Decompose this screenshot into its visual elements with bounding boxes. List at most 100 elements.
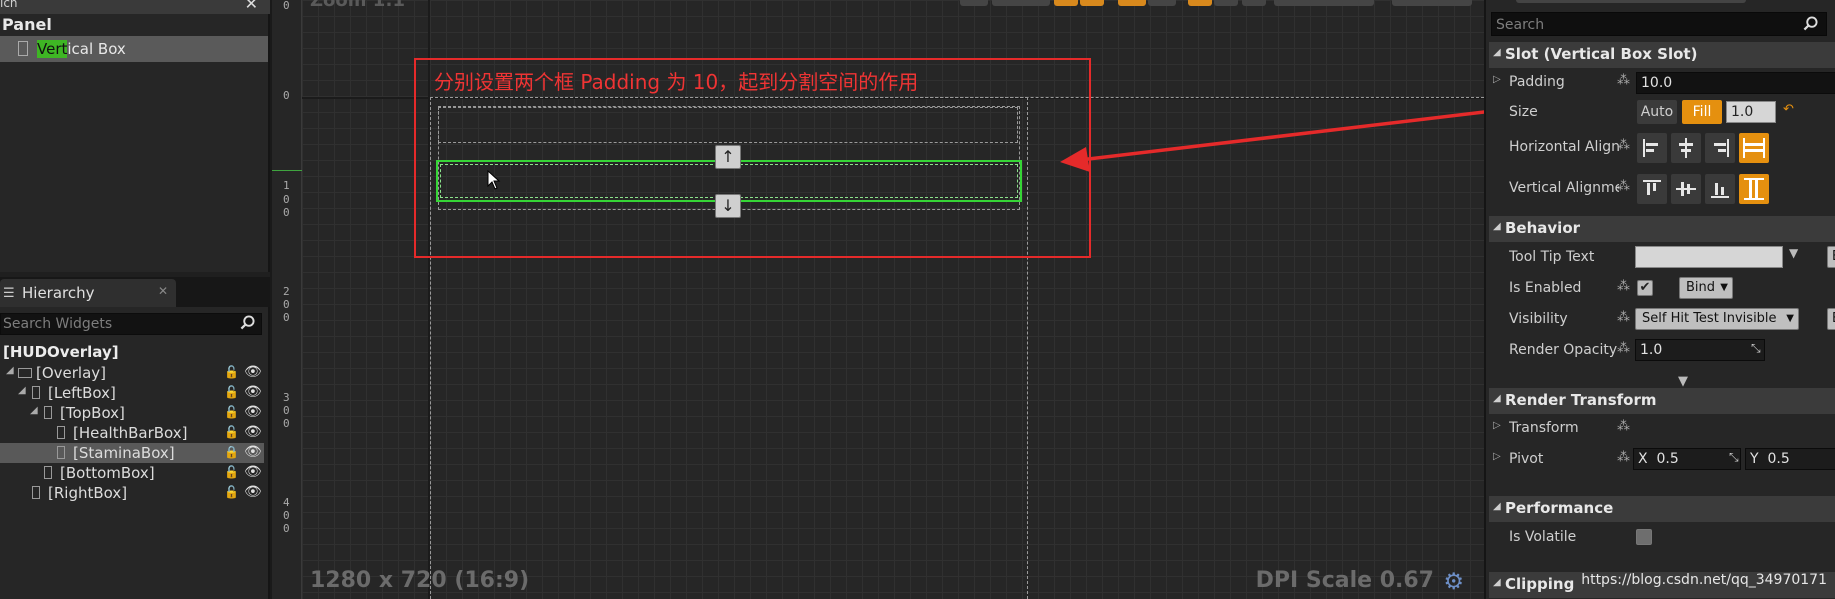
tree-node-label: [TopBox]: [60, 404, 125, 422]
property-binding-icon[interactable]: ⁂: [1617, 73, 1630, 88]
eye-icon[interactable]: 👁: [244, 404, 262, 420]
prop-label: Is Enabled: [1509, 280, 1582, 296]
search-icon[interactable]: [1803, 16, 1818, 31]
section-slot[interactable]: ◢ Slot (Vertical Box Slot): [1489, 42, 1835, 68]
search-icon[interactable]: [240, 315, 255, 330]
visibility-bind-button[interactable]: B: [1827, 308, 1835, 330]
pivot-x-input[interactable]: X 0.5: [1633, 448, 1741, 470]
left-column: ich ✕ Panel Vertical Box ☰ Hierarchy ✕ […: [0, 0, 270, 599]
ruler-tick: 4: [283, 496, 290, 509]
unlock-icon[interactable]: 🔓: [224, 365, 239, 379]
property-binding-icon[interactable]: ⁂: [1617, 179, 1630, 194]
toolbar-button[interactable]: [1080, 0, 1104, 6]
property-binding-icon[interactable]: ⁂: [1617, 279, 1630, 294]
size-fill-button[interactable]: Fill: [1682, 100, 1722, 124]
tab-hierarchy[interactable]: ☰ Hierarchy ✕: [0, 279, 176, 307]
toolbar-button[interactable]: [1118, 0, 1146, 6]
toolbar-button[interactable]: [960, 0, 988, 6]
palette-item-vertical-box[interactable]: Vertical Box: [0, 36, 268, 62]
tooltip-bind-button[interactable]: B: [1827, 246, 1835, 268]
unlock-icon[interactable]: 🔓: [224, 465, 239, 479]
valign-bottom-icon[interactable]: [1705, 174, 1735, 204]
expand-arrow-icon[interactable]: ▷: [1493, 420, 1501, 431]
bind-dropdown[interactable]: Bind ▼: [1679, 277, 1733, 299]
unlock-icon[interactable]: 🔓: [224, 425, 239, 439]
eye-icon[interactable]: 👁: [244, 444, 262, 460]
drag-arrows-icon[interactable]: ⤡: [1729, 450, 1739, 465]
toolbar-button[interactable]: [1148, 0, 1176, 6]
collapse-arrow-icon[interactable]: ◢: [18, 385, 26, 396]
reset-icon[interactable]: ↶: [1783, 102, 1794, 117]
valign-top-icon[interactable]: [1637, 174, 1667, 204]
designer-canvas[interactable]: Zoom 1:1 ↑ ↓ 分别设置两个框 Padding 为 10，起到分割空间…: [302, 0, 1484, 599]
eye-icon[interactable]: 👁: [244, 484, 262, 500]
padding-input[interactable]: 10.0: [1636, 72, 1835, 94]
search-widgets-input[interactable]: [3, 315, 233, 333]
eye-icon[interactable]: 👁: [244, 424, 262, 440]
property-binding-icon[interactable]: ⁂: [1617, 419, 1630, 434]
fill-value-input[interactable]: 1.0: [1726, 101, 1776, 123]
halign-left-icon[interactable]: [1637, 133, 1667, 163]
valign-fill-icon[interactable]: [1739, 174, 1769, 204]
section-behavior[interactable]: ◢ Behavior: [1489, 216, 1835, 242]
expand-arrow-icon[interactable]: ▷: [1493, 451, 1501, 462]
eye-icon[interactable]: 👁: [244, 464, 262, 480]
toolbar-button[interactable]: [1054, 0, 1078, 6]
unlock-icon[interactable]: 🔓: [224, 385, 239, 399]
section-performance[interactable]: ◢ Performance: [1489, 496, 1835, 522]
gear-icon[interactable]: ⚙: [1443, 569, 1464, 595]
property-binding-icon[interactable]: ⁂: [1617, 138, 1630, 153]
is-enabled-checkbox[interactable]: ✔: [1637, 280, 1653, 296]
visibility-dropdown[interactable]: Self Hit Test Invisible ▼: [1635, 308, 1799, 330]
toolbar-button[interactable]: [1214, 0, 1238, 6]
details-search-input[interactable]: [1496, 15, 1786, 34]
render-opacity-input[interactable]: 1.0: [1635, 339, 1765, 361]
tree-row-leftbox[interactable]: ◢ [LeftBox] 🔓 👁: [0, 383, 264, 403]
halign-fill-icon[interactable]: [1739, 133, 1769, 163]
tree-row-topbox[interactable]: ◢ [TopBox] 🔓 👁: [0, 403, 264, 423]
toolbar-button[interactable]: [1242, 0, 1266, 6]
toolbar-button[interactable]: [1392, 0, 1472, 6]
vertical-ruler: 0 0 1 0 0 2 0 0 3 0 0 4 0 0: [272, 0, 302, 599]
tooltip-input[interactable]: [1635, 246, 1783, 268]
valign-center-icon[interactable]: [1671, 174, 1701, 204]
eye-icon[interactable]: 👁: [244, 364, 262, 380]
drag-arrows-icon[interactable]: ⤡: [1751, 341, 1761, 356]
unlock-icon[interactable]: 🔓: [224, 405, 239, 419]
ruler-tick: 0: [283, 522, 290, 535]
unlock-icon[interactable]: 🔓: [224, 485, 239, 499]
size-auto-button[interactable]: Auto: [1637, 100, 1677, 124]
tree-row-rightbox[interactable]: [RightBox] 🔓 👁: [0, 483, 264, 503]
section-title: Behavior: [1505, 219, 1581, 237]
tab-close-icon[interactable]: ✕: [158, 284, 168, 298]
toolbar-button[interactable]: [992, 0, 1050, 6]
collapse-arrow-icon[interactable]: ◢: [6, 365, 14, 376]
tree-row-staminabox[interactable]: [StaminaBox] 🔒 👁: [0, 443, 264, 463]
expand-advanced-icon[interactable]: ▼: [1678, 374, 1688, 389]
tree-root-hudoverlay[interactable]: [HUDOverlay]: [3, 343, 119, 361]
tree-row-bottombox[interactable]: [BottomBox] 🔓 👁: [0, 463, 264, 483]
tree-row-healthbarbox[interactable]: [HealthBarBox] 🔓 👁: [0, 423, 264, 443]
expand-arrow-icon[interactable]: ▷: [1493, 74, 1501, 85]
section-collapse-icon: ◢: [1493, 47, 1501, 58]
eye-icon[interactable]: 👁: [244, 384, 262, 400]
toolbar-button[interactable]: [1188, 0, 1212, 6]
property-binding-icon[interactable]: ⁂: [1617, 450, 1630, 465]
section-render-transform[interactable]: ◢ Render Transform: [1489, 388, 1835, 414]
palette-search-bar[interactable]: ich ✕: [0, 0, 270, 14]
collapse-arrow-icon[interactable]: ◢: [30, 405, 38, 416]
close-icon[interactable]: ✕: [245, 0, 258, 13]
property-binding-icon[interactable]: ⁂: [1617, 341, 1630, 356]
section-collapse-icon: ◢: [1493, 577, 1501, 588]
lock-icon[interactable]: 🔒: [224, 445, 239, 459]
halign-right-icon[interactable]: [1705, 133, 1735, 163]
pivot-y-value: 0.5: [1767, 451, 1790, 467]
property-binding-icon[interactable]: ⁂: [1617, 310, 1630, 325]
toolbar-button[interactable]: [1274, 0, 1374, 6]
ruler-cursor-marker: [272, 170, 302, 171]
tree-row-overlay[interactable]: ◢ [Overlay] 🔓 👁: [0, 363, 264, 383]
is-volatile-checkbox[interactable]: [1636, 529, 1652, 545]
pivot-y-input[interactable]: Y 0.5: [1745, 448, 1835, 470]
chevron-down-icon[interactable]: ▼: [1789, 246, 1798, 260]
halign-center-icon[interactable]: [1671, 133, 1701, 163]
